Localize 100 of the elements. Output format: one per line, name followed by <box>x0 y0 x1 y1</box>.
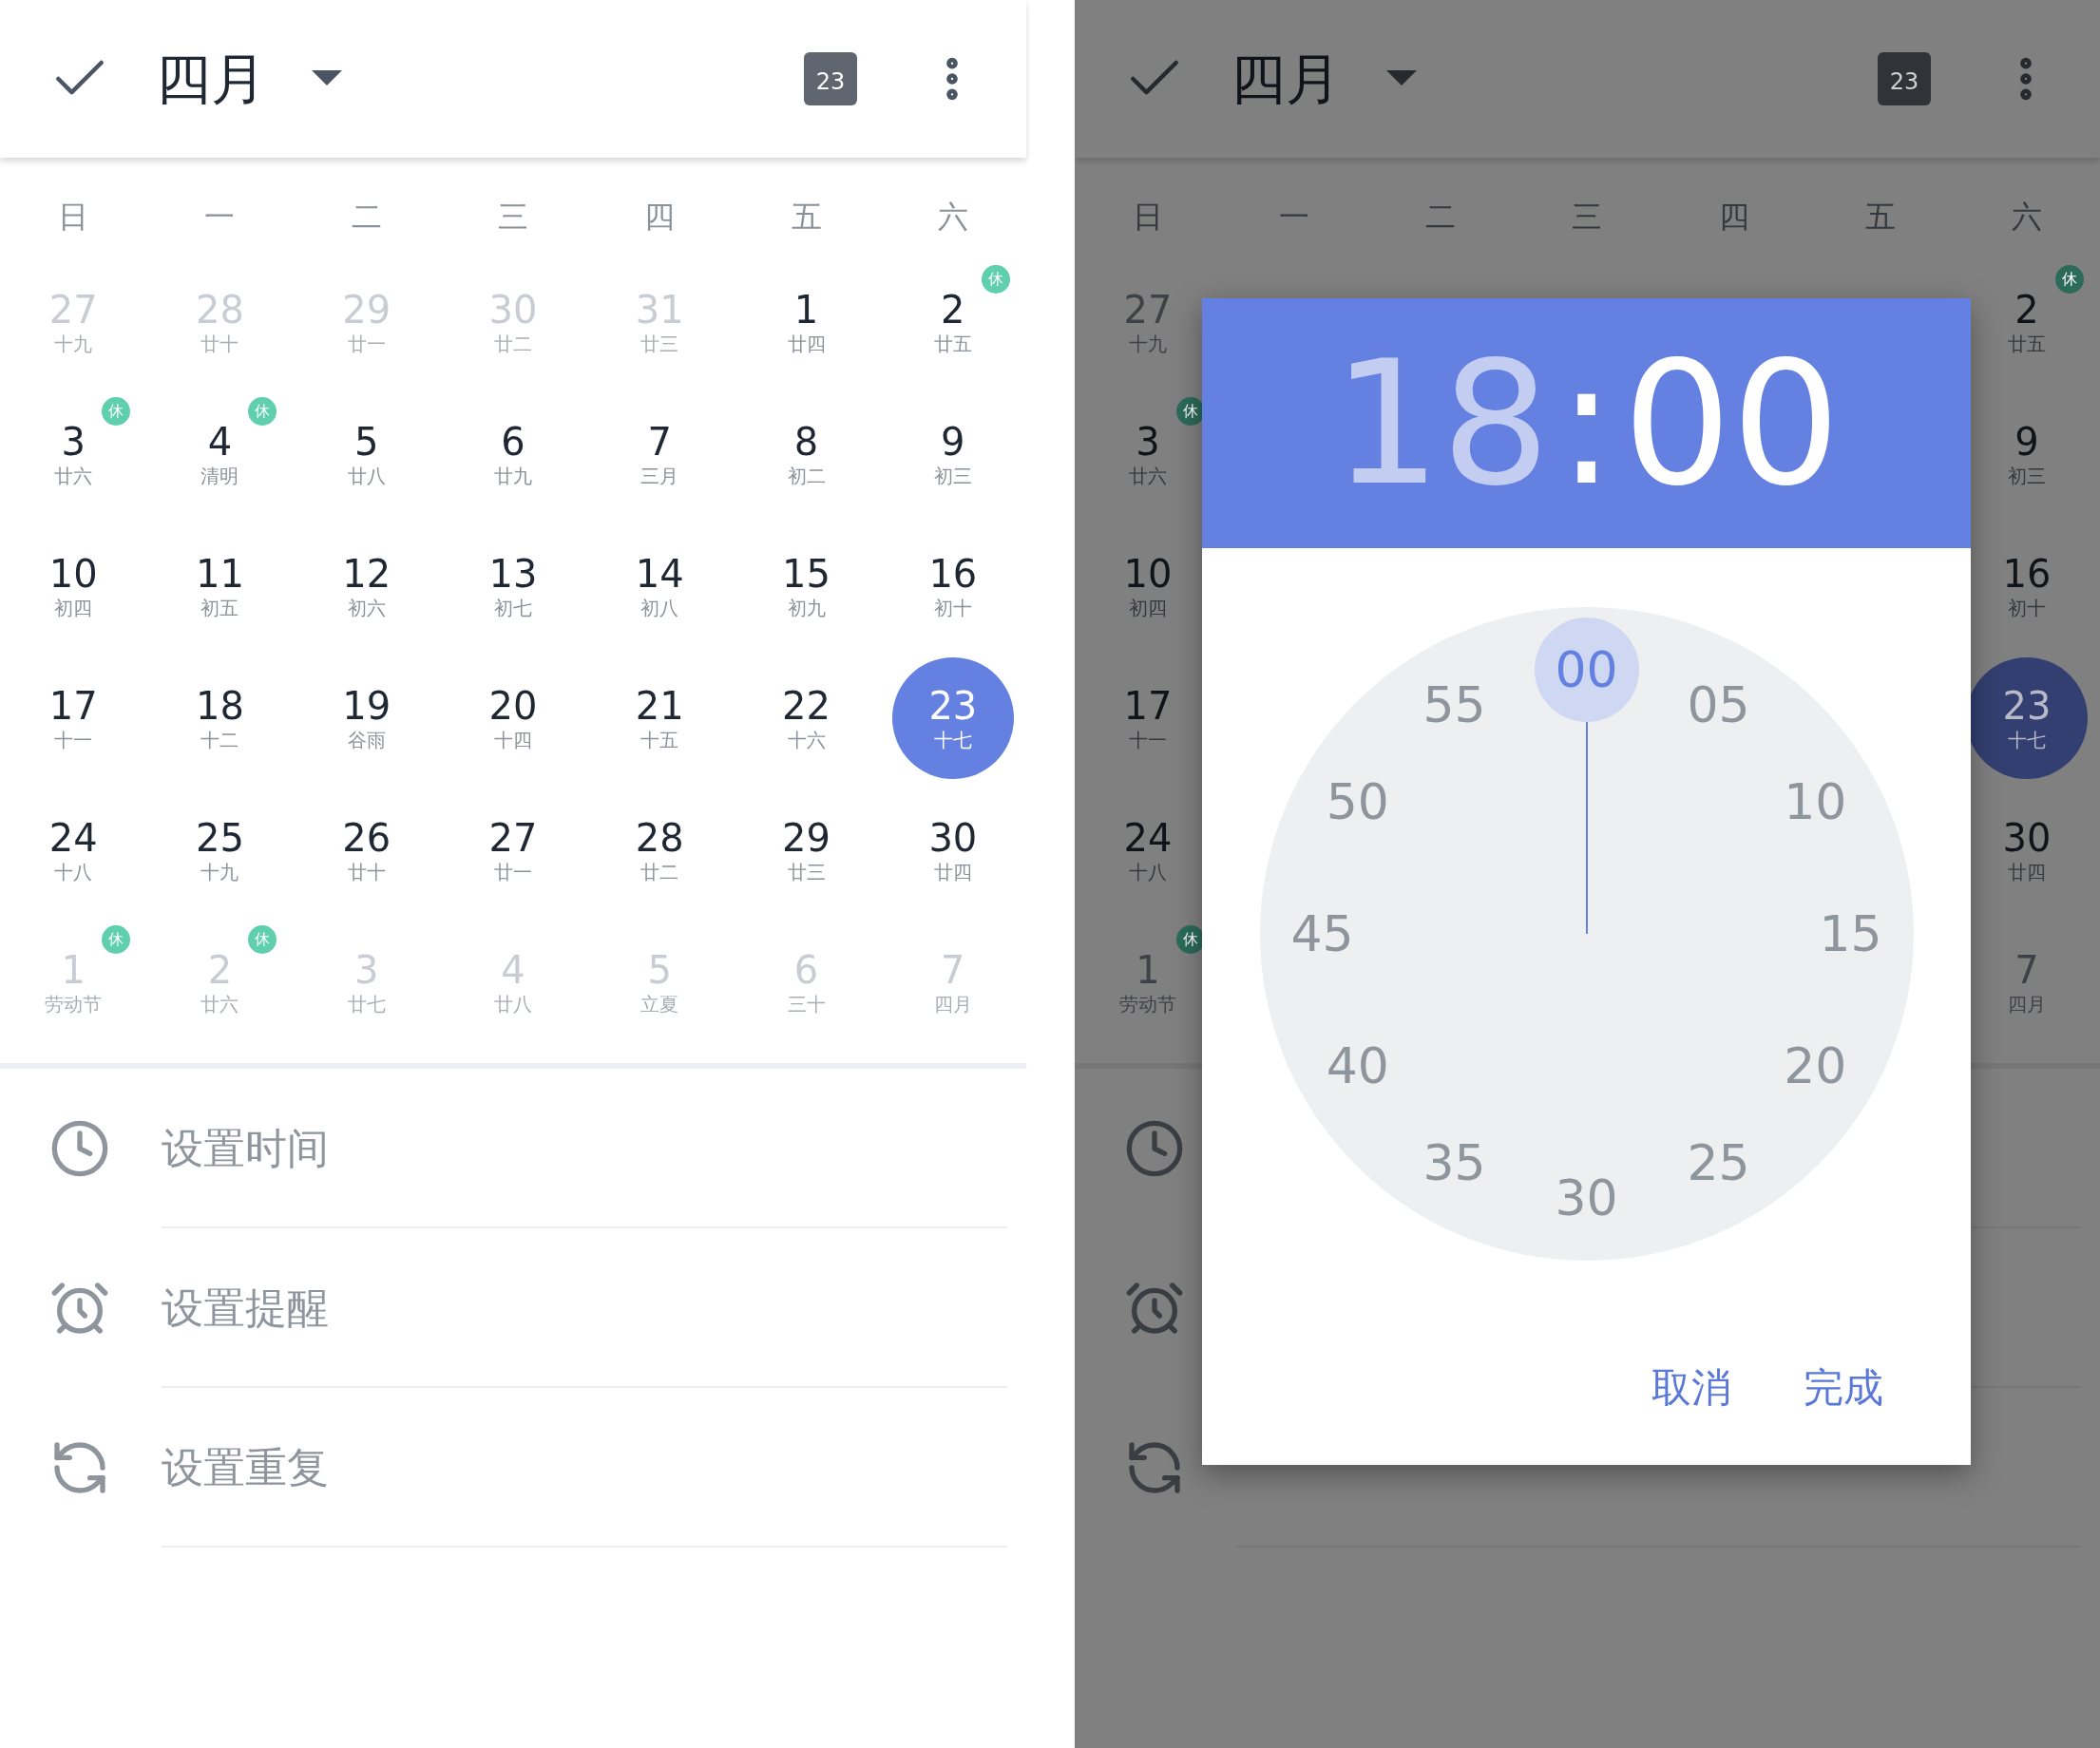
day-number: 26 <box>342 815 391 860</box>
calendar-day[interactable]: 24 十八 <box>12 788 135 911</box>
selected-day[interactable]: 23 十七 <box>891 656 1014 779</box>
day-number: 8 <box>793 419 819 464</box>
calendar-day[interactable]: 5 廿八 <box>305 392 428 515</box>
calendar-day[interactable]: 26 廿十 <box>305 788 428 911</box>
lunar-date: 初三 <box>2007 463 2046 488</box>
month-title[interactable]: 四月 <box>156 37 266 121</box>
weekday-label: 二 <box>1424 197 1458 237</box>
weekday-label: 四 <box>1717 197 1750 237</box>
lunar-date: 初七 <box>494 595 532 620</box>
calendar-day[interactable]: 4 清明 休 <box>159 392 281 515</box>
calendar-day[interactable]: 28 廿二 <box>599 788 721 911</box>
calendar-day[interactable]: 15 初九 <box>745 524 868 647</box>
lunar-date: 十一 <box>54 727 93 752</box>
lunar-date: 十九 <box>54 331 93 356</box>
holiday-badge: 休 <box>102 924 131 954</box>
minute-mark[interactable]: 15 <box>1798 882 1903 986</box>
month-title[interactable]: 四月 <box>1231 37 1341 121</box>
minute-mark[interactable]: 45 <box>1270 882 1375 986</box>
day-number: 14 <box>635 551 684 596</box>
calendar-day[interactable]: 16 初十 <box>891 524 1014 647</box>
clock-dial[interactable]: 00 05 10 15 20 25 30 35 40 45 50 55 <box>1259 607 1914 1261</box>
dropdown-caret-icon[interactable] <box>1386 70 1417 87</box>
option-label[interactable]: 设置提醒 <box>162 1277 329 1340</box>
lunar-date: 初二 <box>787 463 826 488</box>
minute-mark[interactable]: 00 <box>1534 618 1639 722</box>
lunar-date: 初九 <box>787 595 826 620</box>
lunar-date: 廿四 <box>933 859 972 884</box>
calendar-day[interactable]: 17 十一 <box>12 656 135 779</box>
calendar-day[interactable]: 20 十四 <box>452 656 574 779</box>
lunar-date: 廿五 <box>2007 331 2046 356</box>
calendar-day[interactable]: 13 初七 <box>452 524 574 647</box>
calendar-day[interactable]: 11 初五 <box>159 524 281 647</box>
day-number: 29 <box>782 815 830 860</box>
lunar-date: 十六 <box>787 727 826 752</box>
option-label[interactable]: 设置重复 <box>162 1436 329 1499</box>
holiday-badge: 休 <box>248 396 277 426</box>
calendar-day[interactable]: 18 十二 <box>159 656 281 779</box>
calendar-day[interactable]: 3 廿六 休 <box>12 392 135 515</box>
dropdown-caret-icon[interactable] <box>312 70 342 87</box>
day-number: 12 <box>342 551 391 596</box>
lunar-date: 十七 <box>2007 727 2046 752</box>
lunar-date: 初四 <box>1129 595 1168 620</box>
lunar-date: 廿九 <box>494 463 532 488</box>
calendar-day[interactable]: 7 三月 <box>599 392 721 515</box>
day-number: 10 <box>48 551 98 596</box>
lunar-date: 十二 <box>200 727 239 752</box>
lunar-date: 廿二 <box>494 331 532 356</box>
weekday-label: 一 <box>203 197 237 237</box>
calendar-day[interactable]: 8 初二 <box>745 392 868 515</box>
day-number: 21 <box>635 683 684 728</box>
lunar-date: 初六 <box>347 595 386 620</box>
calendar-day[interactable]: 22 十六 <box>745 656 868 779</box>
calendar-day[interactable]: 6 廿九 <box>452 392 574 515</box>
calendar-day[interactable]: 19 谷雨 <box>305 656 428 779</box>
lunar-date: 廿十 <box>200 331 239 356</box>
calendar-day[interactable]: 29 廿三 <box>745 788 868 911</box>
day-number: 17 <box>48 683 98 728</box>
today-button[interactable]: 23 <box>804 52 857 105</box>
day-number: 28 <box>635 815 684 860</box>
lunar-date: 廿六 <box>1129 463 1168 488</box>
done-button[interactable]: 完成 <box>1798 1358 1889 1417</box>
minute-mark[interactable]: 30 <box>1534 1146 1639 1250</box>
calendar-day[interactable]: 2 廿五 休 <box>1965 260 2088 383</box>
day-number: 15 <box>782 551 830 596</box>
option-label[interactable]: 设置时间 <box>162 1117 329 1180</box>
calendar-day[interactable]: 2 廿五 休 <box>891 260 1014 383</box>
calendar-day[interactable]: 25 十九 <box>159 788 281 911</box>
minute-display[interactable]: 00 <box>1622 337 1841 509</box>
lunar-date: 廿三 <box>640 331 679 356</box>
lunar-date: 廿六 <box>200 991 239 1016</box>
holiday-badge: 休 <box>981 264 1010 294</box>
weekday-label: 六 <box>936 197 969 237</box>
day-number: 30 <box>928 815 978 860</box>
today-button[interactable]: 23 <box>1878 52 1931 105</box>
day-number: 3 <box>1136 419 1160 464</box>
clock-icon <box>1124 1118 1185 1179</box>
calendar-day[interactable]: 27 廿一 <box>452 788 574 911</box>
holiday-badge: 休 <box>248 924 277 954</box>
day-number: 13 <box>488 551 538 596</box>
lunar-date: 三月 <box>640 463 679 488</box>
lunar-date: 廿二 <box>640 859 679 884</box>
lunar-date: 十一 <box>1129 727 1168 752</box>
calendar-day[interactable]: 21 十五 <box>599 656 721 779</box>
calendar-day[interactable]: 12 初六 <box>305 524 428 647</box>
lunar-date: 四月 <box>2007 991 2046 1016</box>
day-number: 9 <box>941 419 965 464</box>
lunar-date: 十七 <box>933 727 972 752</box>
lunar-date: 十四 <box>494 727 532 752</box>
lunar-date: 初三 <box>933 463 972 488</box>
calendar-day[interactable]: 10 初四 <box>12 524 135 647</box>
calendar-day[interactable]: 30 廿四 <box>891 788 1014 911</box>
calendar-day[interactable]: 9 初三 <box>891 392 1014 515</box>
lunar-date: 廿七 <box>347 991 386 1016</box>
calendar-day[interactable]: 1 廿四 <box>745 260 868 383</box>
cancel-button[interactable]: 取消 <box>1646 1358 1737 1417</box>
day-number: 23 <box>2002 683 2052 728</box>
lunar-date: 廿六 <box>54 463 93 488</box>
calendar-day[interactable]: 14 初八 <box>599 524 721 647</box>
